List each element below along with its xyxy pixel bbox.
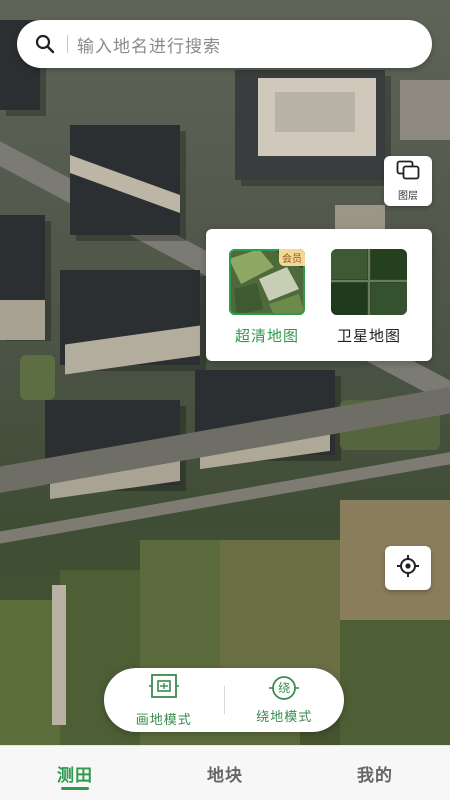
tab-measure-field[interactable]: 测田: [0, 746, 150, 800]
satellite-map-label: 卫星地图: [336, 328, 401, 345]
satellite-map-thumbnail: [331, 249, 407, 315]
mode-bar: 画地模式 绕 绕地模式: [104, 668, 344, 732]
layers-icon: [396, 160, 420, 185]
locate-button[interactable]: [385, 546, 431, 590]
bottom-nav: 测田 地块 我的: [0, 745, 450, 800]
search-icon: [35, 34, 55, 54]
vip-badge: 会员: [279, 249, 305, 266]
search-input[interactable]: 输入地名进行搜索: [77, 32, 221, 57]
walk-icon-glyph: 绕: [278, 681, 291, 695]
layers-button[interactable]: 图层: [384, 156, 432, 206]
tab-mine[interactable]: 我的: [300, 746, 450, 800]
layer-option-satellite-map[interactable]: 卫星地图: [330, 249, 408, 346]
search-bar[interactable]: 输入地名进行搜索: [17, 20, 432, 68]
walk-mode-button[interactable]: 绕 绕地模式: [225, 675, 345, 725]
search-divider: [67, 35, 68, 53]
tab-label: 测田: [57, 765, 93, 785]
layer-popup: 会员 超清地图 卫星地图: [206, 229, 432, 361]
active-tab-indicator: [61, 787, 89, 790]
draw-mode-button[interactable]: 画地模式: [104, 673, 224, 728]
layer-option-hd-map[interactable]: 会员 超清地图: [228, 249, 306, 346]
layers-label: 图层: [398, 191, 418, 202]
crosshair-icon: [396, 554, 420, 583]
tab-plots[interactable]: 地块: [150, 746, 300, 800]
walk-around-icon: 绕: [269, 675, 300, 701]
walk-mode-label: 绕地模式: [256, 709, 313, 724]
draw-field-icon: [148, 673, 179, 704]
tab-label: 地块: [207, 765, 243, 785]
satellite-map[interactable]: [0, 0, 450, 745]
hd-map-label: 超清地图: [234, 328, 299, 345]
hd-map-thumbnail: 会员: [229, 249, 305, 315]
tab-label: 我的: [357, 765, 393, 785]
draw-mode-label: 画地模式: [135, 711, 192, 727]
